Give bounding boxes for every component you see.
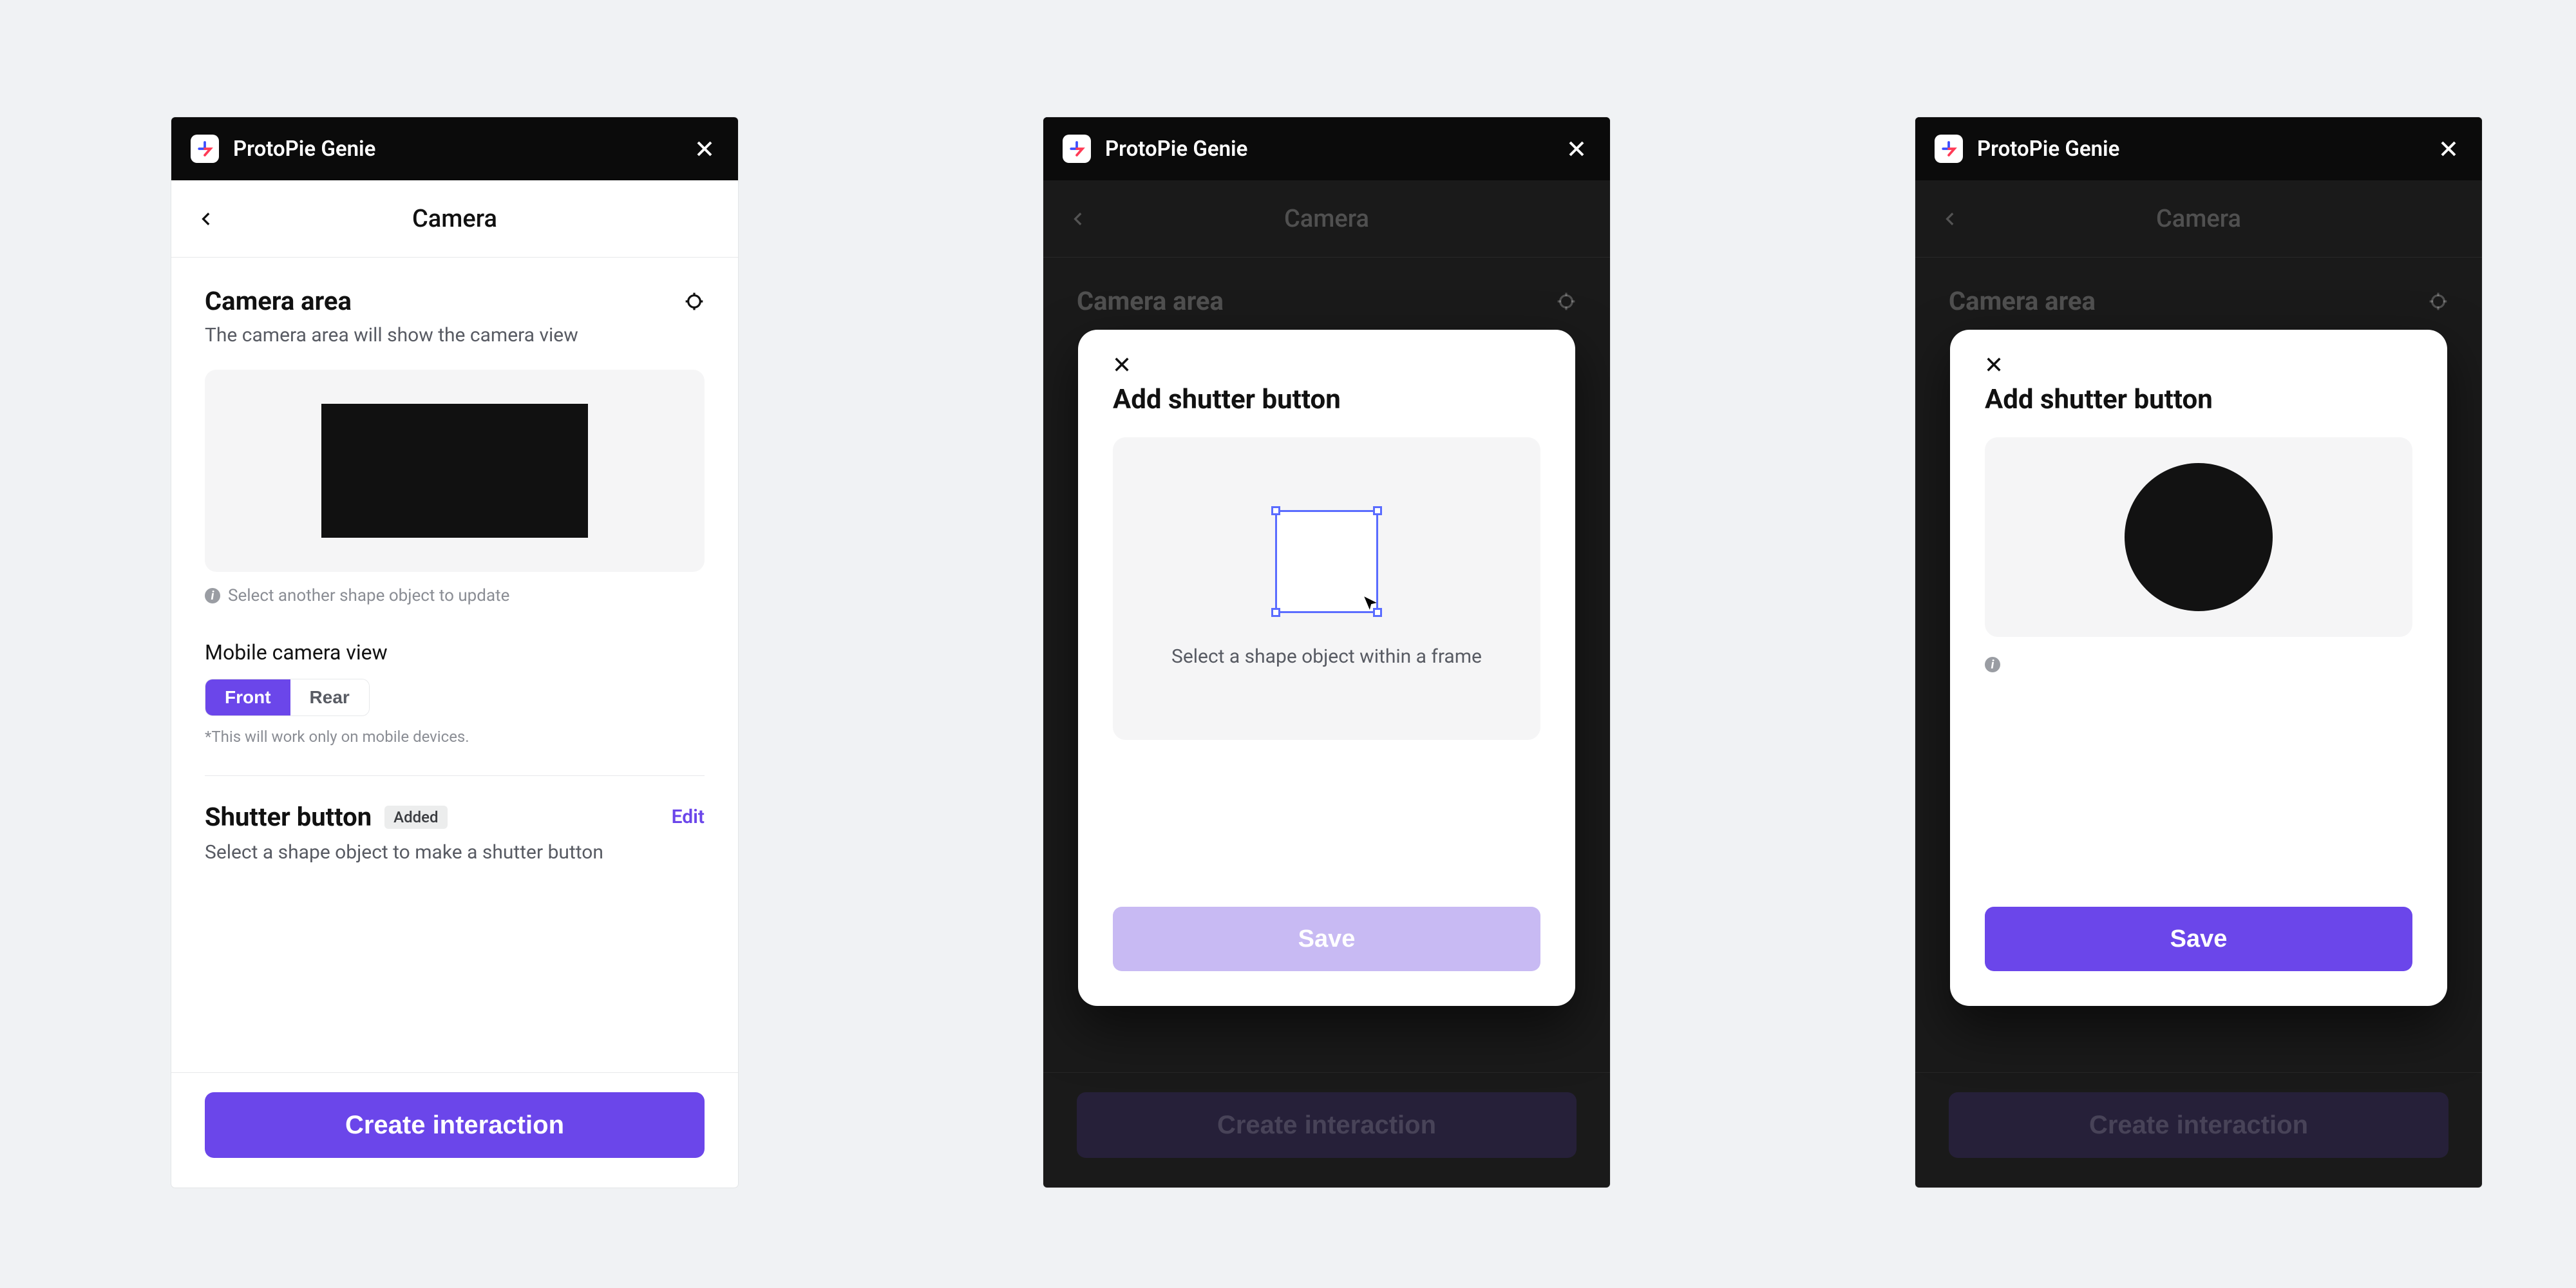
page-title: Camera (1942, 205, 2455, 233)
modal-selected-hint-row: i Select another shape object to update (1985, 655, 2412, 674)
mobile-view-segmented: Front Rear (205, 679, 370, 716)
selected-shape-preview (2125, 463, 2273, 611)
info-icon: i (1985, 657, 2000, 672)
modal-close-button[interactable] (1113, 355, 1136, 379)
add-shutter-modal: Add shutter button i Select another shap… (1950, 330, 2447, 1006)
shutter-edit-link[interactable]: Edit (672, 806, 705, 828)
camera-area-heading: Camera area (205, 286, 684, 316)
camera-area-heading: Camera area (1077, 286, 1556, 316)
app-logo-icon (1935, 135, 1963, 163)
selection-placeholder-icon (1275, 510, 1378, 613)
modal-save-button-disabled: Save (1113, 907, 1540, 971)
camera-area-hint: i Select another shape object to update (205, 586, 705, 605)
crosshair-icon (2428, 291, 2448, 312)
camera-area-heading: Camera area (1949, 286, 2428, 316)
camera-area-header: Camera area (205, 286, 705, 316)
modal-empty-well: Select a shape object within a frame (1113, 437, 1540, 740)
shutter-heading: Shutter button (205, 802, 372, 832)
shutter-header-row: Shutter button Added Edit (205, 802, 705, 832)
focus-button (1556, 291, 1577, 312)
modal-close-button[interactable] (1985, 355, 2008, 379)
modal-title: Add shutter button (1113, 384, 1540, 415)
panel-camera-settings: ProtoPie Genie Camera Camera area The ca… (171, 117, 738, 1188)
close-icon (1113, 355, 1131, 374)
app-title: ProtoPie Genie (233, 137, 690, 162)
modal-selected-hint: Select another shape object to update (2008, 655, 2289, 674)
mobile-view-front-button[interactable]: Front (205, 679, 290, 715)
panel-footer: Create interaction (171, 1072, 738, 1188)
panel-footer: Create interaction (1043, 1072, 1610, 1188)
close-icon (695, 139, 714, 158)
app-logo-icon (191, 135, 219, 163)
app-title: ProtoPie Genie (1105, 137, 1562, 162)
close-icon (1567, 139, 1586, 158)
page-title-row: Camera (171, 180, 738, 258)
close-icon (2439, 139, 2458, 158)
close-panel-button[interactable] (2434, 135, 2463, 163)
crosshair-icon (684, 291, 705, 312)
info-icon: i (205, 588, 220, 603)
mobile-view-label: Mobile camera view (205, 640, 705, 665)
cursor-icon (1362, 594, 1379, 614)
page-title-row: Camera (1043, 180, 1610, 258)
crosshair-icon (1556, 291, 1577, 312)
page-title-row: Camera (1915, 180, 2482, 258)
modal-empty-hint: Select a shape object within a frame (1171, 645, 1482, 668)
app-header: ProtoPie Genie (171, 117, 738, 180)
shutter-sub: Select a shape object to make a shutter … (205, 841, 705, 864)
close-icon (1985, 355, 2003, 374)
modal-title: Add shutter button (1985, 384, 2412, 415)
close-panel-button[interactable] (690, 135, 719, 163)
mobile-view-rear-button[interactable]: Rear (290, 679, 369, 715)
mobile-view-note: *This will work only on mobile devices. (205, 728, 705, 746)
page-title: Camera (1070, 205, 1583, 233)
create-interaction-button: Create interaction (1949, 1092, 2448, 1158)
app-header: ProtoPie Genie (1043, 117, 1610, 180)
panel-footer: Create interaction (1915, 1072, 2482, 1188)
panel-add-shutter-empty: ProtoPie Genie Camera Camera area Create… (1043, 117, 1610, 1188)
section-divider (205, 775, 705, 776)
close-panel-button[interactable] (1562, 135, 1591, 163)
panel-add-shutter-selected: ProtoPie Genie Camera Camera area Create… (1915, 117, 2482, 1188)
create-interaction-button: Create interaction (1077, 1092, 1577, 1158)
create-interaction-button[interactable]: Create interaction (205, 1092, 705, 1158)
page-title: Camera (198, 205, 711, 233)
panel-body: Camera area The camera area will show th… (171, 258, 738, 1072)
shutter-added-badge: Added (384, 806, 447, 829)
app-header: ProtoPie Genie (1915, 117, 2482, 180)
camera-area-hint-text: Select another shape object to update (228, 586, 509, 605)
modal-selected-well (1985, 437, 2412, 637)
focus-button[interactable] (684, 291, 705, 312)
camera-area-sub: The camera area will show the camera vie… (205, 324, 705, 346)
focus-button (2428, 291, 2448, 312)
modal-save-button[interactable]: Save (1985, 907, 2412, 971)
camera-preview-well (205, 370, 705, 572)
add-shutter-modal: Add shutter button Select a shape object… (1078, 330, 1575, 1006)
camera-preview-shape (321, 404, 588, 538)
app-logo-icon (1063, 135, 1091, 163)
app-title: ProtoPie Genie (1977, 137, 2434, 162)
